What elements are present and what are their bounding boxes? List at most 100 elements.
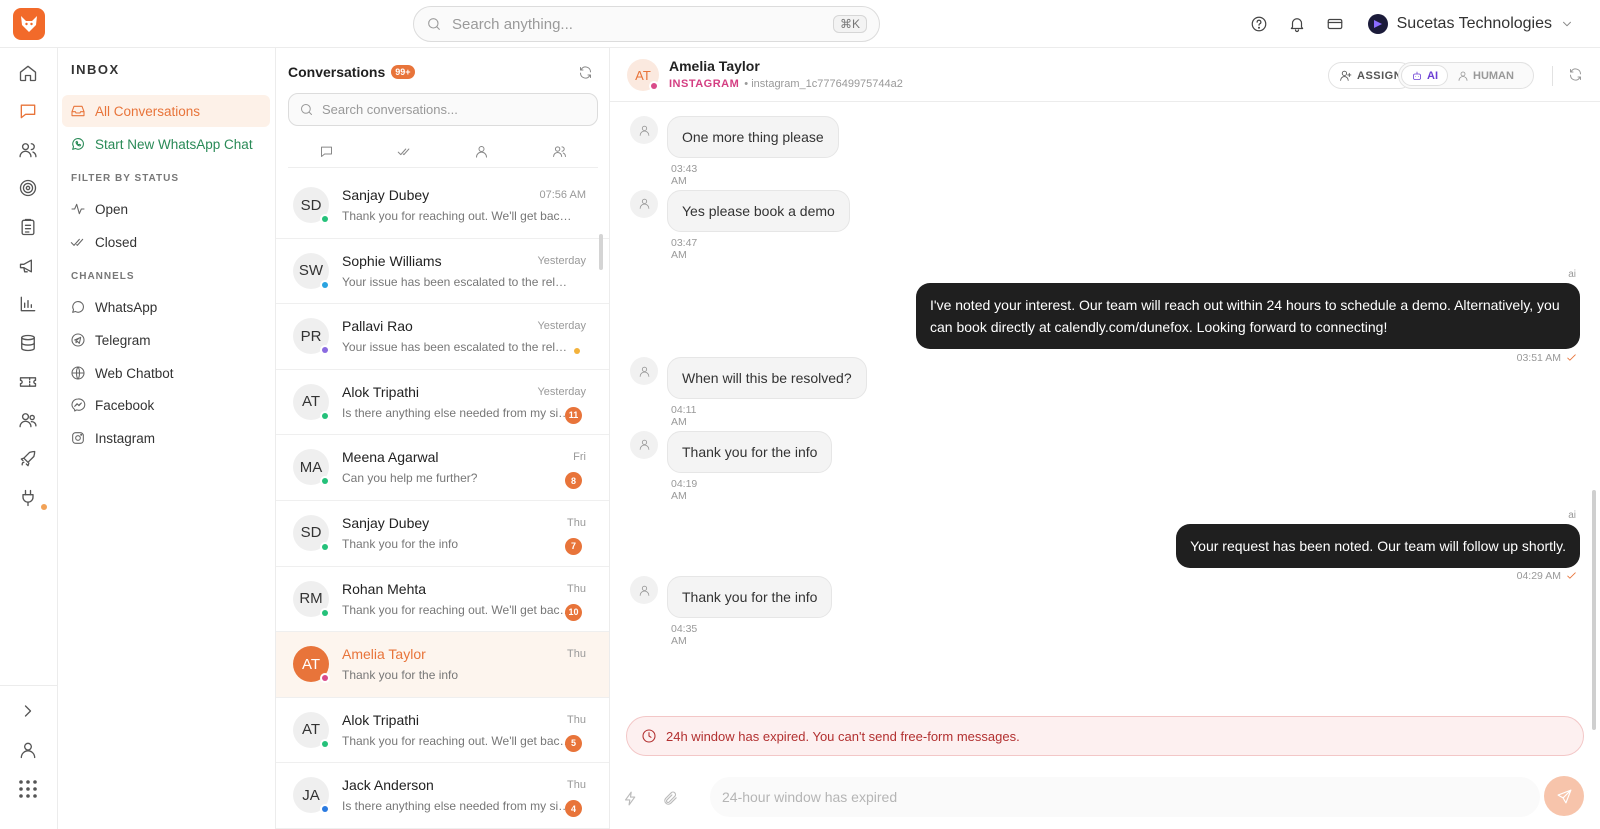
tab-resolved-check-icon[interactable] bbox=[397, 144, 412, 159]
channel-web-chatbot[interactable]: Web Chatbot bbox=[62, 357, 270, 389]
conversation-preview: Thank you for the info bbox=[342, 536, 459, 551]
database-icon[interactable] bbox=[18, 333, 40, 355]
message-bubble[interactable]: Thank you for the info bbox=[667, 576, 833, 618]
channel-badge-icon bbox=[320, 345, 330, 356]
global-search-input[interactable]: Search anything... ⌘K bbox=[413, 6, 880, 42]
plug-icon[interactable] bbox=[18, 488, 40, 510]
avatar-initials: PR bbox=[300, 327, 322, 345]
refresh-icon[interactable] bbox=[578, 65, 593, 80]
unread-badge: 5 bbox=[565, 734, 582, 752]
tab-team-users-icon[interactable] bbox=[552, 144, 567, 159]
conversation-row[interactable]: SD Sanjay Dubey 07:56 AM Thank you for reac… bbox=[276, 173, 609, 239]
activity-icon bbox=[71, 203, 85, 215]
conversation-search-placeholder: Search conversations... bbox=[322, 102, 458, 117]
outgoing-message-bubble[interactable]: I've noted your interest. Our team will … bbox=[916, 283, 1580, 349]
message-bubble[interactable]: Thank you for the info bbox=[667, 430, 833, 473]
channel-telegram[interactable]: Telegram bbox=[62, 324, 270, 356]
help-icon[interactable] bbox=[1240, 15, 1278, 33]
apps-grid-icon[interactable] bbox=[18, 779, 40, 801]
window-expired-banner: 24h window has expired. You can't send f… bbox=[626, 716, 1584, 756]
home-icon[interactable] bbox=[18, 63, 40, 85]
channel-whatsapp[interactable]: WhatsApp bbox=[62, 291, 270, 323]
conversation-row[interactable]: SW Sophie Williams Yesterday Your issue has… bbox=[276, 239, 609, 305]
channel-label: Facebook bbox=[95, 397, 155, 413]
clipboard-icon[interactable] bbox=[18, 217, 40, 239]
ai-human-toggle: AI HUMAN bbox=[1398, 62, 1534, 89]
bell-icon[interactable] bbox=[1278, 15, 1316, 33]
icon-rail bbox=[0, 48, 58, 829]
megaphone-icon[interactable] bbox=[18, 256, 40, 278]
conversation-name: Sanjay Dubey bbox=[342, 187, 430, 203]
org-name: Sucetas Technologies bbox=[1396, 15, 1552, 32]
org-switcher[interactable]: Sucetas Technologies bbox=[1367, 14, 1574, 34]
channel-badge-icon bbox=[320, 541, 330, 552]
chat-icon[interactable] bbox=[18, 101, 40, 123]
conversation-list-scrollbar[interactable] bbox=[599, 234, 603, 270]
paperclip-icon[interactable] bbox=[662, 790, 679, 807]
outgoing-message-bubble[interactable]: Your request has been noted. Our team wi… bbox=[1176, 524, 1580, 568]
profile-icon[interactable] bbox=[18, 740, 40, 762]
message-bubble[interactable]: One more thing please bbox=[667, 116, 839, 158]
conversation-row[interactable]: MA Meena Agarwal Fri Can you help me furthe… bbox=[276, 435, 609, 501]
conversations-count-badge: 99+ bbox=[391, 65, 415, 79]
channels-section-label: CHANNELS bbox=[71, 271, 135, 282]
conversation-row[interactable]: AT Amelia Taylor Thu Thank you for the info bbox=[276, 632, 609, 698]
rocket-icon[interactable] bbox=[18, 449, 40, 471]
team-icon[interactable] bbox=[18, 410, 40, 432]
globe-icon bbox=[71, 366, 85, 380]
check-icon bbox=[1567, 354, 1576, 361]
ticket-icon[interactable] bbox=[18, 372, 40, 394]
lightning-icon[interactable] bbox=[622, 790, 639, 807]
filter-closed[interactable]: Closed bbox=[62, 226, 270, 258]
search-placeholder: Search anything... bbox=[452, 15, 573, 33]
tab-all-chat-icon[interactable] bbox=[319, 144, 334, 159]
avatar-initials: AT bbox=[301, 393, 321, 411]
conversation-preview: Your issue has been escalated to the rel… bbox=[342, 340, 572, 355]
channel-instagram[interactable]: Instagram bbox=[62, 422, 270, 454]
conversation-row[interactable]: JA Jack Anderson Thu Is there anything else… bbox=[276, 763, 609, 829]
filter-open[interactable]: Open bbox=[62, 193, 270, 225]
contacts-icon[interactable] bbox=[18, 140, 40, 162]
message-thread-scrollbar[interactable] bbox=[1592, 490, 1596, 730]
avatar-initials: AT bbox=[301, 655, 321, 673]
channel-label: Instagram bbox=[95, 430, 156, 446]
user-avatar-icon bbox=[630, 116, 658, 144]
avatar-initials: SD bbox=[300, 524, 322, 542]
target-icon[interactable] bbox=[18, 178, 40, 200]
refresh-icon[interactable] bbox=[1568, 67, 1583, 82]
tab-mine-user-icon[interactable] bbox=[474, 144, 489, 159]
conversation-row[interactable]: RM Rohan Mehta Thu Thank you for reaching o… bbox=[276, 567, 609, 633]
contact-avatar: AT bbox=[627, 59, 659, 91]
sidebar-item-all-conversations[interactable]: All Conversations bbox=[62, 95, 270, 127]
channel-label: Telegram bbox=[95, 332, 151, 348]
message-bubble[interactable]: Yes please book a demo bbox=[667, 189, 850, 232]
unread-badge: 4 bbox=[565, 800, 582, 818]
channel-facebook[interactable]: Facebook bbox=[62, 389, 270, 421]
channel-badge-icon bbox=[320, 738, 330, 749]
billing-card-icon[interactable] bbox=[1316, 15, 1354, 33]
message-bubble[interactable]: When will this be resolved? bbox=[667, 357, 867, 399]
conversation-row[interactable]: AT Alok Tripathi Thu Thank you for reaching… bbox=[276, 698, 609, 764]
analytics-icon[interactable] bbox=[18, 294, 40, 316]
message-input[interactable]: 24-hour window has expired bbox=[710, 777, 1540, 817]
conversation-search-input[interactable]: Search conversations... bbox=[288, 93, 598, 126]
human-mode-button[interactable]: HUMAN bbox=[1448, 65, 1523, 86]
conversation-row[interactable]: AT Alok Tripathi Yesterday Is there anythin… bbox=[276, 370, 609, 436]
org-logo-icon bbox=[1367, 14, 1388, 34]
sidebar-item-start-whatsapp-chat[interactable]: Start New WhatsApp Chat bbox=[62, 128, 270, 160]
send-button[interactable] bbox=[1544, 776, 1584, 816]
conversation-preview: Thank you for the info bbox=[342, 668, 459, 683]
conversation-name: Alok Tripathi bbox=[342, 383, 420, 400]
conversation-time: Fri bbox=[573, 451, 586, 464]
clock-icon bbox=[642, 729, 656, 743]
conversation-row[interactable]: SD Sanjay Dubey Thu Thank you for the info 7 bbox=[276, 501, 609, 567]
ai-mode-button[interactable]: AI bbox=[1401, 65, 1448, 86]
conversation-row[interactable]: PR Pallavi Rao Yesterday Your issue has bee… bbox=[276, 304, 609, 370]
fox-logo-icon[interactable] bbox=[13, 8, 45, 40]
ai-sender-tag: ai bbox=[1568, 269, 1576, 280]
expand-chevron-icon[interactable] bbox=[18, 701, 40, 723]
avatar-initials: RM bbox=[299, 590, 323, 608]
conversation-preview: Thank you for reaching out. We'll get ba… bbox=[342, 209, 572, 223]
channel-badge-icon bbox=[320, 476, 330, 487]
expired-notice: 24h window has expired. You can't send f… bbox=[666, 728, 1020, 744]
